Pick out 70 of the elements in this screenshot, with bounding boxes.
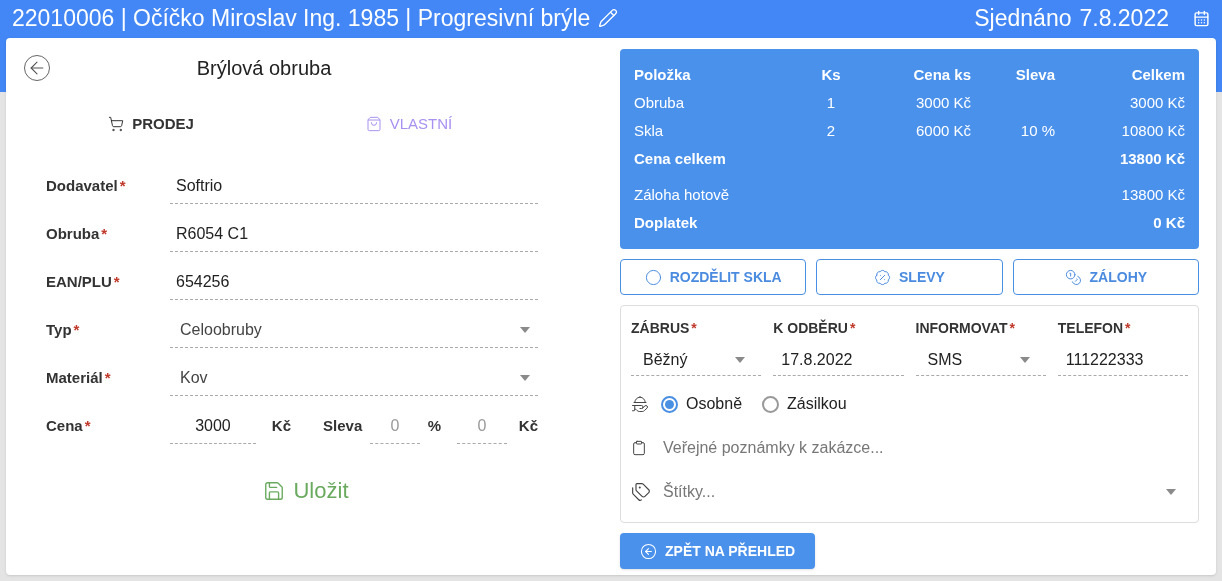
column-header: Položka: [634, 65, 692, 85]
field-label: TELEFON*: [1057, 319, 1132, 338]
table-cell-text: 10800 Kč: [1120, 121, 1185, 141]
mode-tab[interactable]: PRODEJ: [22, 106, 280, 142]
payment-value: 13800 Kč: [1121, 185, 1185, 205]
save-icon: [263, 479, 286, 502]
table-cell-text: 6000 Kč: [914, 121, 971, 141]
dropdown-caret-icon: [1166, 489, 1176, 495]
bag-icon: [365, 116, 382, 132]
edit-icon[interactable]: [598, 8, 619, 28]
price-field[interactable]: 3000: [170, 408, 256, 444]
table-cell-text: 3000 Kč: [1128, 93, 1185, 113]
input-field[interactable]: Softrio: [170, 168, 538, 204]
dropdown-caret-icon: [735, 356, 746, 363]
field-label: Typ*: [46, 321, 80, 338]
input-field[interactable]: R6054 C1: [170, 216, 538, 252]
panel-title: Brýlová obruba: [195, 56, 333, 81]
column-header: Cena ks: [912, 65, 971, 85]
delivery-radio[interactable]: Osobně: [661, 392, 743, 416]
field-label: INFORMOVAT*: [915, 319, 1016, 338]
column-header: Ks: [820, 65, 842, 85]
dropdown-caret-icon: [1019, 356, 1030, 363]
select-field[interactable]: SMS: [915, 344, 1046, 376]
tags-select[interactable]: Štítky...: [663, 480, 1188, 504]
field-label: EAN/PLU*: [46, 273, 120, 290]
table-cell-text: 10 %: [1019, 121, 1055, 141]
payment-label: Doplatek: [634, 213, 698, 233]
payment-label: Záloha hotově: [634, 185, 730, 205]
total-value: 13800 Kč: [1119, 149, 1185, 169]
table-cell-text: 3000 Kč: [914, 93, 971, 113]
table-cell-text: 2: [825, 121, 837, 141]
percent-unit: %: [427, 415, 442, 436]
back-circle-icon: [640, 542, 657, 560]
order-title: 22010006 | Očíčko Miroslav Ing. 1985 | Progresivní brýle: [12, 6, 591, 30]
field-label: ZÁBRUS*: [631, 319, 698, 338]
table-cell-text: 1: [825, 93, 837, 113]
input-field[interactable]: 17.8.2022: [773, 344, 904, 376]
dropdown-caret-icon: [520, 326, 530, 333]
field-label: Obruba*: [46, 225, 108, 242]
field-label: Materiál*: [46, 369, 111, 386]
column-header: Celkem: [1130, 65, 1185, 85]
field-label: K ODBĚRU*: [773, 318, 857, 338]
dropdown-caret-icon: [520, 374, 530, 381]
select-field[interactable]: Kov: [170, 360, 538, 396]
select-field[interactable]: Celoobruby: [170, 312, 538, 348]
clipboard-icon: [631, 440, 647, 456]
field-label: Dodavatel*: [46, 177, 126, 194]
select-field[interactable]: Běžný: [631, 344, 762, 376]
status-label: Sjednáno: [974, 6, 1072, 30]
percent-badge-icon: [874, 268, 892, 286]
delivery-hand-icon: [631, 395, 649, 413]
currency-unit: Kč: [271, 415, 292, 436]
coins-icon: [1064, 268, 1082, 286]
currency-unit: Kč: [518, 415, 538, 436]
agreed-date: 7.8.2022: [1079, 6, 1169, 30]
field-label: Cena*: [46, 417, 91, 434]
delivery-radio[interactable]: Zásilkou: [762, 392, 847, 416]
circle-icon: [644, 268, 662, 286]
notes-field[interactable]: Veřejné poznámky k zakázce...: [663, 436, 1188, 460]
payment-value: 0 Kč: [1153, 213, 1185, 233]
cart-icon: [108, 116, 125, 132]
discount-label: Sleva: [323, 415, 363, 436]
table-cell-text: Obruba: [634, 93, 686, 113]
total-label: Cena celkem: [634, 149, 726, 169]
input-field[interactable]: 111222333: [1057, 344, 1188, 376]
table-cell-text: Skla: [634, 121, 665, 141]
input-field[interactable]: 654256: [170, 264, 538, 300]
tags-icon: [631, 482, 651, 502]
column-header: Sleva: [1014, 65, 1055, 85]
calendar-icon[interactable]: [1193, 9, 1210, 27]
